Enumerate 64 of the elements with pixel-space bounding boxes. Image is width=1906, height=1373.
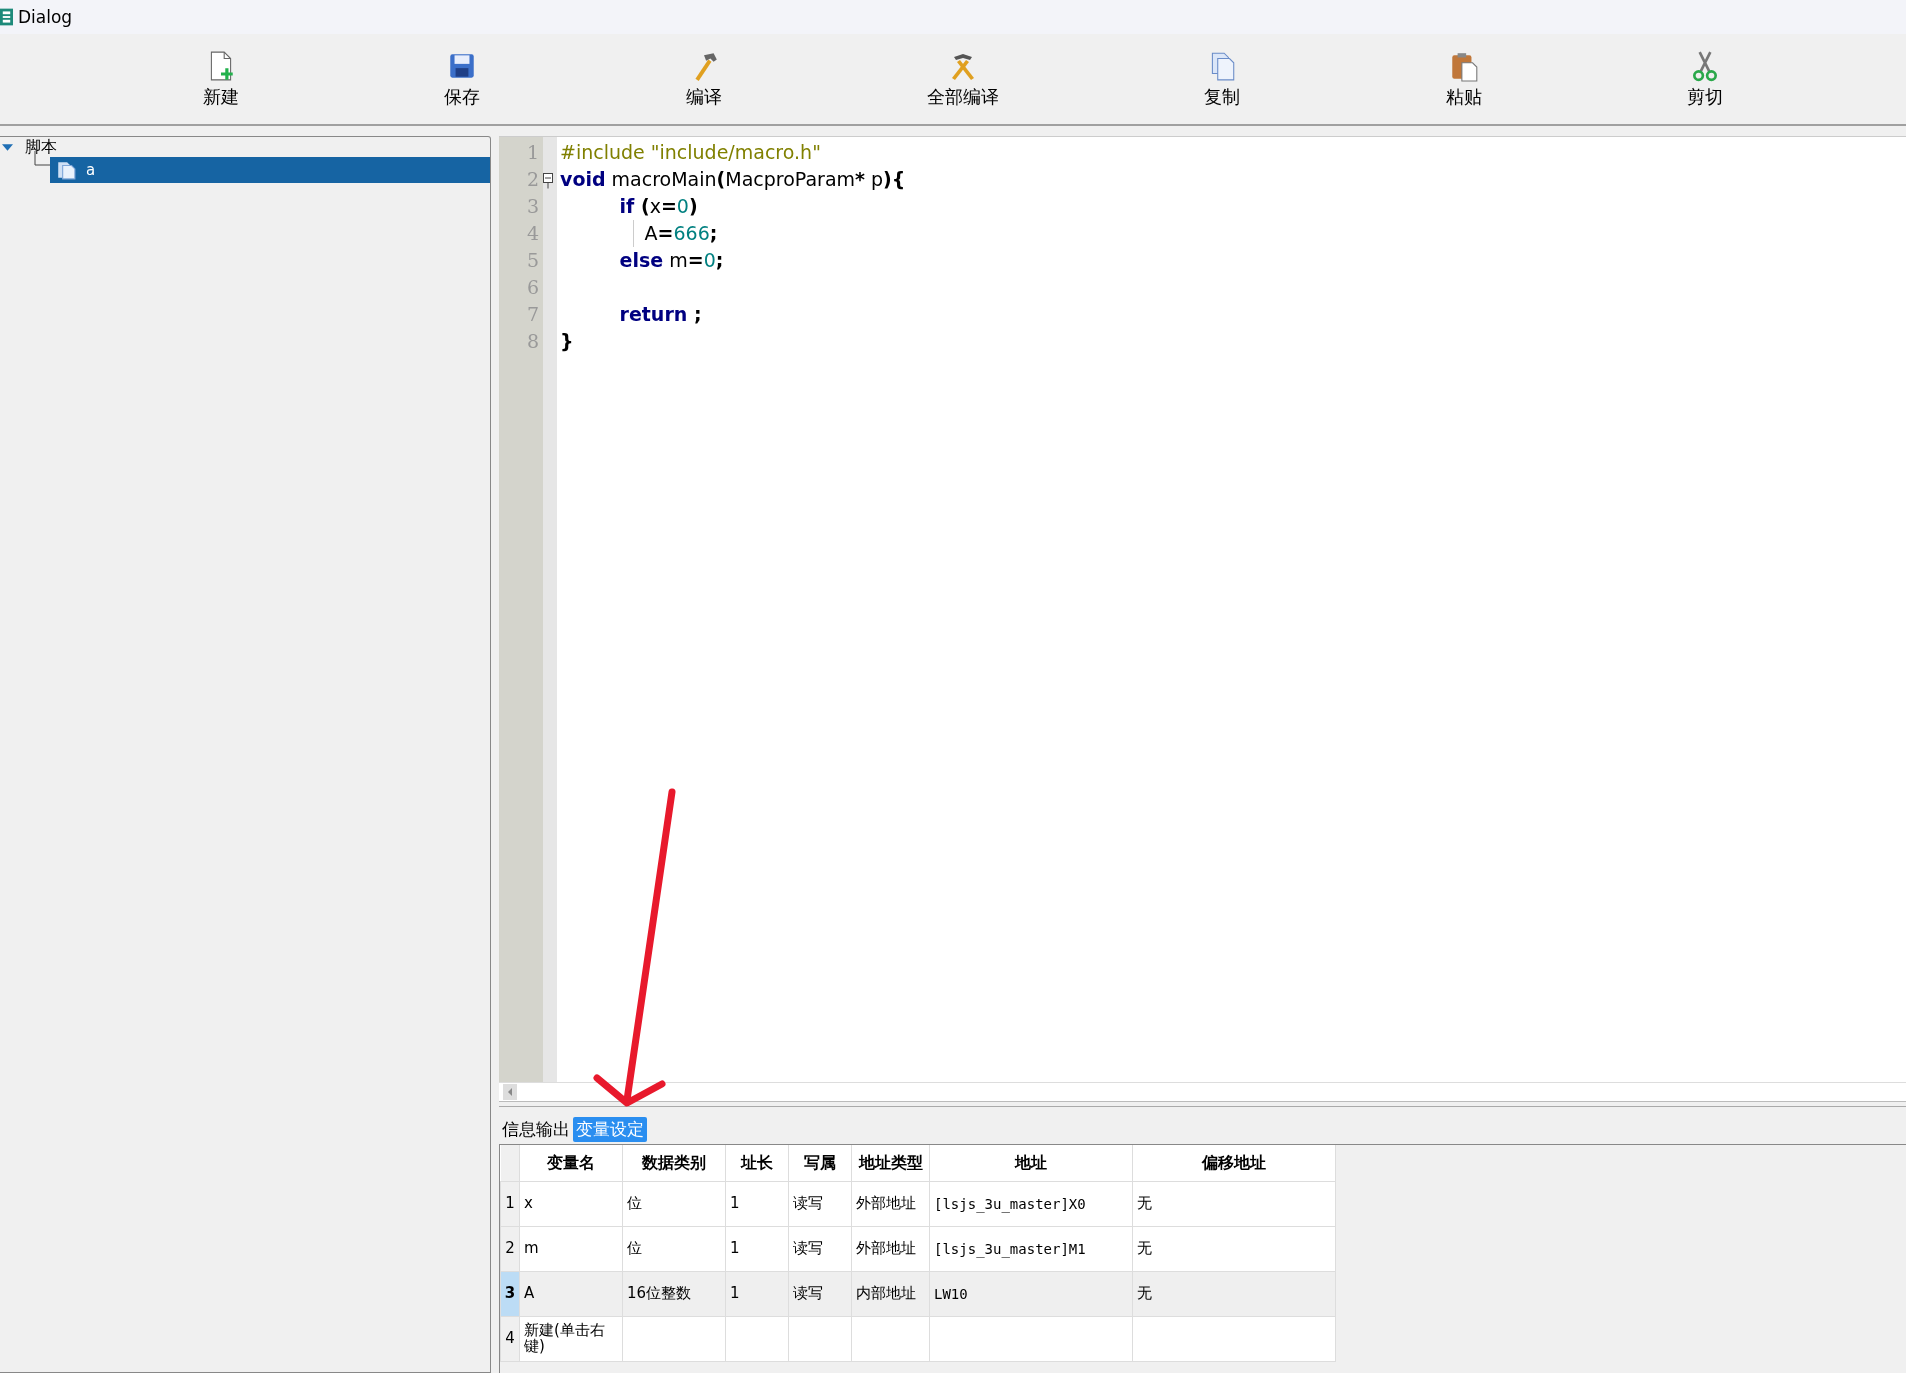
column-header[interactable]: 数据类别 [622, 1145, 726, 1182]
column-header[interactable]: 偏移地址 [1132, 1145, 1336, 1182]
fold-toggle-icon[interactable] [543, 170, 553, 189]
toolbar-button[interactable]: 保存 [436, 45, 489, 113]
toolbar-button[interactable]: 编译 [677, 45, 730, 113]
table-cell: 新建(单击右键) [524, 1321, 605, 1355]
scroll-left-icon[interactable] [503, 1084, 517, 1100]
line-number: 1 [525, 140, 540, 165]
toolbar-button[interactable]: 全部编译 [918, 45, 1007, 113]
column-header[interactable]: 地址 [929, 1145, 1133, 1182]
table-cell: 位 [627, 1239, 642, 1258]
line-number: 3 [525, 194, 540, 219]
code-editor[interactable]: 1 2 3 4 5 6 7 8 #include "include/macro.h" void macroMain(MacproParam* p){ if (x=0) A=666; else m=0; return ; } [499, 136, 1906, 1082]
code-line: return ; [618, 302, 702, 327]
table-cell: 读写 [793, 1194, 823, 1213]
toolbar-button[interactable]: 新建 [194, 45, 247, 113]
line-number: 4 [525, 221, 540, 246]
table-cell: 1 [730, 1284, 740, 1303]
table-cell: x [524, 1194, 533, 1213]
table-cell: 1 [730, 1239, 740, 1258]
toolbar-button[interactable]: 粘贴 [1437, 45, 1490, 113]
table-cell: A [524, 1284, 535, 1303]
row-number[interactable]: 4 [500, 1316, 520, 1362]
table-cell: 内部地址 [856, 1284, 916, 1303]
table-cell: [lsjs_3u_master]M1 [934, 1240, 1086, 1257]
code-line: A=666; [643, 221, 718, 246]
table-cell: 外部地址 [856, 1239, 916, 1258]
table-cell: 无 [1137, 1239, 1152, 1258]
code-line: #include "include/macro.h" [560, 140, 821, 165]
table-cell: 无 [1137, 1194, 1152, 1213]
table-cell: LW10 [934, 1285, 968, 1302]
column-header[interactable]: 写属 [788, 1145, 852, 1182]
column-header[interactable]: 地址类型 [851, 1145, 930, 1182]
table-cell: 位 [627, 1194, 642, 1213]
table-cell: 无 [1137, 1284, 1152, 1303]
line-number: 8 [525, 329, 540, 354]
line-number: 6 [525, 275, 540, 300]
row-number[interactable]: 2 [500, 1226, 520, 1272]
column-header[interactable]: 址长 [725, 1145, 789, 1182]
column-header[interactable]: 变量名 [519, 1145, 623, 1182]
table-cell: 读写 [793, 1284, 823, 1303]
tree-item[interactable]: a [50, 157, 490, 183]
row-number[interactable]: 1 [500, 1181, 520, 1227]
line-number: 2 [525, 167, 540, 192]
horizontal-scrollbar[interactable] [499, 1082, 1906, 1102]
row-number[interactable]: 3 [500, 1271, 520, 1317]
table-cell: m [524, 1239, 539, 1258]
code-line: else m=0; [618, 248, 724, 273]
line-number: 7 [525, 302, 540, 327]
table-cell: 16位整数 [627, 1284, 692, 1303]
expand-arrow-icon[interactable] [2, 141, 13, 153]
toolbar-button[interactable]: 复制 [1196, 45, 1249, 113]
code-line: if (x=0) [618, 194, 698, 219]
table-cell: 外部地址 [856, 1194, 916, 1213]
table-cell: 读写 [793, 1239, 823, 1258]
window-title: Dialog [18, 7, 73, 27]
tree-item[interactable]: 脚本 [25, 136, 57, 158]
code-line: void macroMain(MacproParam* p){ [560, 167, 906, 192]
table-cell: 1 [730, 1194, 740, 1213]
toolbar-button[interactable]: 剪切 [1679, 45, 1732, 113]
code-line: } [560, 329, 574, 354]
line-number: 5 [525, 248, 540, 273]
script-file-icon [56, 160, 76, 180]
table-cell: [lsjs_3u_master]X0 [934, 1195, 1086, 1212]
